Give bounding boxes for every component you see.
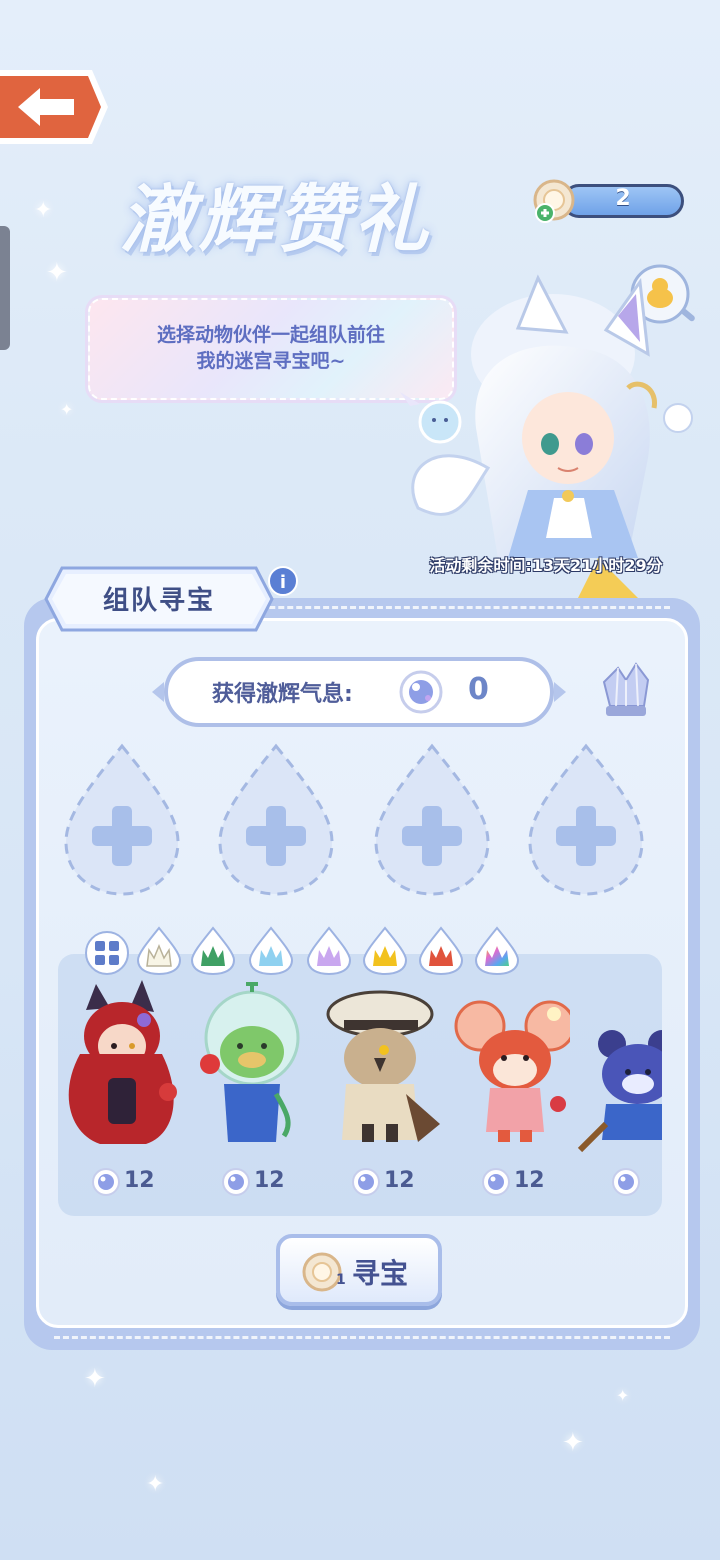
crystal-icon[interactable] (596, 658, 656, 722)
search-treasure-button[interactable]: 1 寻宝 (276, 1234, 442, 1306)
tab-team-treasure-label: 组队寻宝 (102, 586, 215, 616)
sparkle: ✦ (34, 198, 53, 223)
card-cost-value: 12 (514, 1168, 545, 1193)
partner-card-captain-owl[interactable]: 12 (310, 974, 440, 1204)
filter-red[interactable] (418, 926, 464, 976)
partner-card-list[interactable]: 12 12 12 12 (58, 954, 662, 1216)
radiance-orb-icon (482, 1168, 510, 1196)
search-treasure-label: 寻宝 (352, 1257, 409, 1290)
card-cost-value: 12 (384, 1168, 415, 1193)
red-crown-drop-icon (418, 926, 464, 976)
reward-label: 获得澈辉气息: (212, 682, 353, 707)
sparkle: ✦ (60, 400, 74, 419)
team-slot-4[interactable] (524, 740, 648, 900)
sparkle: ✦ (562, 1428, 584, 1458)
sparkle: ✦ (146, 1472, 165, 1497)
partner-card-strawberry-mouse[interactable]: 12 (440, 974, 576, 1204)
back-button[interactable] (0, 66, 110, 148)
sparkle: ✦ (84, 1364, 106, 1394)
filter-rainbow[interactable] (474, 926, 520, 976)
radiance-orb-icon (222, 1168, 250, 1196)
sparkle: ✦ (616, 1386, 630, 1405)
card-cost-value: 12 (124, 1168, 155, 1193)
reward-bar: 获得澈辉气息: 0 (150, 656, 568, 728)
event-timer: 活动剩余时间:13天21小时29分 (429, 556, 663, 575)
blue-crown-drop-icon (248, 926, 294, 976)
card-cost: 12 (350, 1166, 440, 1200)
green-crown-drop-icon (190, 926, 236, 976)
panel-border-dash-bottom (54, 1336, 670, 1339)
white-crown-drop-icon (136, 926, 182, 976)
add-member-plus-icon (218, 743, 334, 896)
back-arrow-icon (0, 70, 108, 144)
currency-counter[interactable]: 2 (532, 178, 688, 226)
partner-card-fishbowl-duck[interactable]: 12 (180, 974, 310, 1204)
card-cost: 12 (90, 1166, 180, 1200)
team-slot-3[interactable] (370, 740, 494, 900)
grid-icon (85, 931, 129, 975)
currency-value: 2 (615, 186, 631, 211)
add-member-plus-icon (528, 743, 644, 896)
rainbow-crown-drop-icon (474, 926, 520, 976)
filter-blue[interactable] (248, 926, 294, 976)
reward-value: 0 (468, 672, 489, 707)
fox-girl-character-illustration (411, 274, 693, 598)
fishbowl-duck-portrait (200, 982, 300, 1142)
card-cost (610, 1166, 662, 1200)
card-cost-value: 12 (254, 1168, 285, 1193)
sparkle: ✦ (46, 258, 68, 288)
red-cat-girl-portrait (68, 980, 177, 1144)
event-title: 澈辉赞礼 (120, 177, 432, 263)
filter-white[interactable] (136, 926, 182, 976)
filter-all[interactable] (84, 926, 130, 976)
add-member-plus-icon (374, 743, 490, 896)
strawberry-mouse-portrait (454, 1000, 576, 1142)
radiance-orb-icon (399, 670, 443, 714)
search-cost: 1 (336, 1272, 346, 1288)
info-icon[interactable]: i (268, 566, 298, 596)
radiance-orb-icon (352, 1168, 380, 1196)
filter-gold[interactable] (362, 926, 408, 976)
blue-bear-portrait (577, 1030, 662, 1153)
add-member-plus-icon (64, 743, 180, 896)
radiance-orb-icon (92, 1168, 120, 1196)
team-slot-1[interactable] (60, 740, 184, 900)
filter-purple[interactable] (306, 926, 352, 976)
captain-owl-portrait (326, 990, 440, 1142)
gold-crown-drop-icon (362, 926, 408, 976)
partner-card-blue-bear[interactable] (570, 974, 662, 1204)
purple-crown-drop-icon (306, 926, 352, 976)
filter-green[interactable] (190, 926, 236, 976)
card-cost: 12 (220, 1166, 310, 1200)
side-handle[interactable] (0, 226, 10, 350)
card-cost: 12 (480, 1166, 570, 1200)
tab-team-treasure[interactable]: 组队寻宝 (44, 566, 274, 632)
team-slot-2[interactable] (214, 740, 338, 900)
partner-card-red-cat-girl[interactable]: 12 (58, 974, 180, 1204)
radiance-orb-icon (612, 1168, 640, 1196)
